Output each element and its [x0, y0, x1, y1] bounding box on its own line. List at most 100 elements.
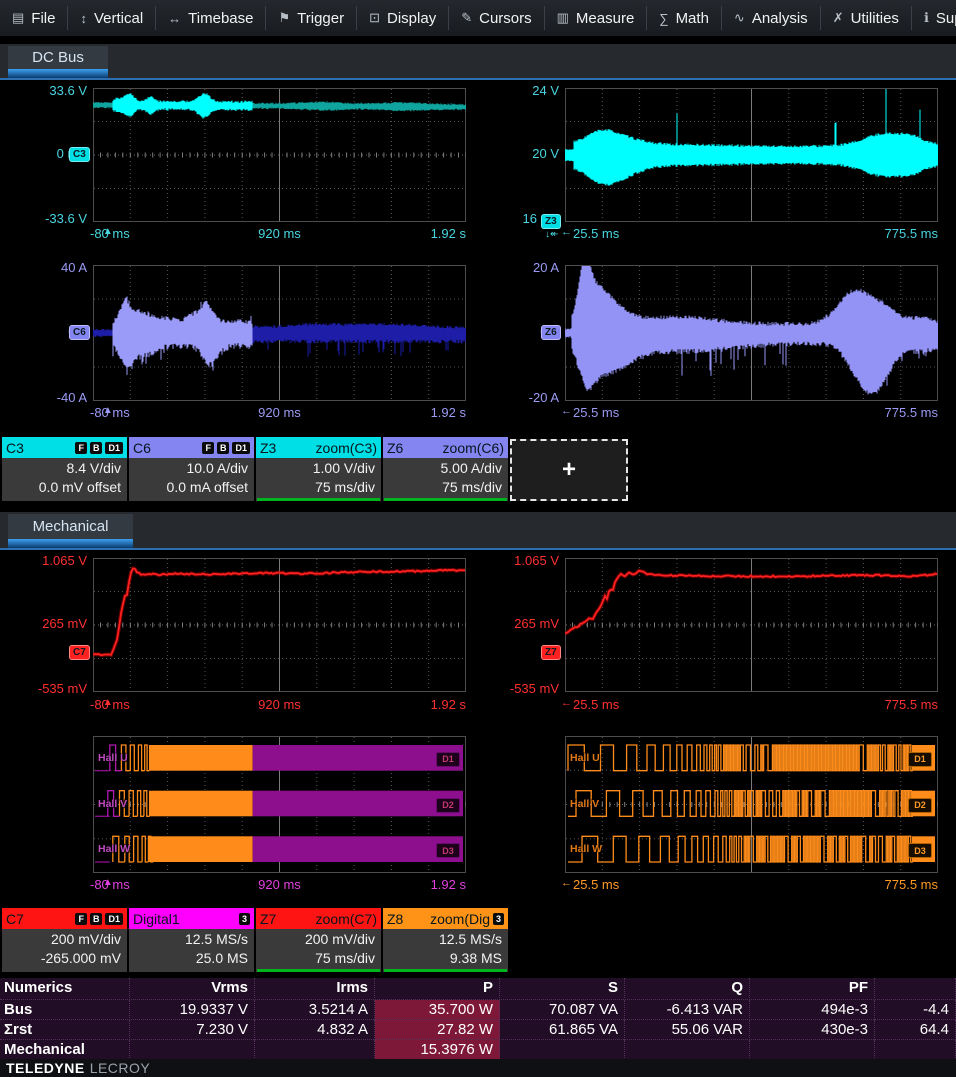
descriptor-flag-badge: B	[90, 442, 103, 454]
table-cell: PF	[750, 978, 875, 998]
numerics-row-bus: Bus19.9337 V3.5214 A35.700 W70.087 VA-6.…	[0, 999, 956, 1020]
table-cell: P	[375, 978, 500, 998]
table-cell: 70.087 VA	[500, 1000, 625, 1020]
menu-item-file[interactable]: ▤ File	[0, 0, 67, 36]
descriptor-line1: 200 mV/div	[2, 930, 121, 949]
waveform-path	[568, 836, 913, 862]
descriptor-z7[interactable]: Z7zoom(C7)200 mV/div75 ms/div	[256, 908, 381, 972]
analysis-icon: ∿	[734, 10, 745, 26]
descriptor-c3[interactable]: C3FBD18.4 V/div0.0 mV offset	[2, 437, 127, 501]
descriptor-title: C7	[6, 911, 24, 927]
digital-channel-label-hall-v: Hall V	[570, 798, 599, 810]
tab-mechanical[interactable]: Mechanical	[8, 514, 133, 548]
descriptor-z3[interactable]: Z3zoom(C3)1.00 V/div75 ms/div	[256, 437, 381, 501]
descriptor-flag-badge: 3	[493, 913, 504, 925]
menu-item-display[interactable]: ⊡Display	[357, 0, 448, 36]
descriptor-digital1[interactable]: Digital1312.5 MS/s25.0 MS	[129, 908, 254, 972]
table-cell	[130, 1040, 255, 1060]
zoom-start-marker-z6: ←	[561, 406, 572, 416]
grid-dig[interactable]	[93, 736, 466, 873]
menu-item-label: Math	[676, 10, 709, 27]
descriptor-c7[interactable]: C7FBD1200 mV/div-265.000 mV	[2, 908, 127, 972]
numerics-row-mechanical: Mechanical15.3976 W	[0, 1039, 956, 1060]
descriptor-active-underline	[384, 969, 507, 972]
table-cell: 64.4	[875, 1020, 956, 1040]
menu-item-label: Timebase	[188, 10, 253, 27]
grid-z8[interactable]	[565, 736, 938, 873]
menu-item-analysis[interactable]: ∿Analysis	[722, 0, 820, 36]
tab-label: Mechanical	[33, 518, 109, 535]
table-cell: Mechanical	[0, 1040, 130, 1060]
table-cell: Irms	[255, 978, 375, 998]
channel-badge-z7[interactable]: Z7	[541, 645, 561, 660]
menu-item-cursors[interactable]: ✎Cursors	[449, 0, 543, 36]
descriptor-active-underline	[384, 498, 507, 501]
table-cell: 27.82 W	[375, 1020, 500, 1040]
descriptor-header: Z6zoom(C6)	[383, 437, 508, 458]
table-cell: Numerics	[0, 978, 130, 998]
menu-item-math[interactable]: ∑Math	[647, 0, 721, 36]
plus-icon: +	[562, 456, 576, 484]
descriptor-line1: 10.0 A/div	[129, 459, 248, 478]
descriptor-line2: 25.0 MS	[129, 949, 248, 968]
utilities-icon: ✗	[833, 10, 844, 26]
waveform-path	[568, 791, 913, 817]
table-cell	[625, 1040, 750, 1060]
menu-item-utilities[interactable]: ✗ Utilities	[821, 0, 911, 36]
add-trace-button[interactable]: +	[510, 439, 628, 501]
table-cell: 55.06 VAR	[625, 1020, 750, 1040]
y-axis-label-z3: 20 V	[30, 146, 559, 161]
descriptor-line2: 75 ms/div	[256, 949, 375, 968]
menu-item-support[interactable]: ℹSupport	[912, 0, 956, 36]
descriptor-line2: 9.38 MS	[383, 949, 502, 968]
descriptor-title: Z7	[260, 911, 276, 927]
descriptor-header: C3FBD1	[2, 437, 127, 458]
menu-item-label: File	[31, 10, 55, 27]
table-cell: S	[500, 978, 625, 998]
trigger-marker-c6: ▲	[103, 406, 113, 416]
digital-channel-label-hall-u: Hall U	[98, 752, 128, 764]
descriptor-header: C7FBD1	[2, 908, 127, 929]
y-axis-label-z7: 265 mV	[30, 616, 559, 631]
zoom-start-marker-z8: ←	[561, 878, 572, 888]
grid-z7[interactable]	[565, 558, 938, 692]
grid-rect	[149, 836, 253, 862]
channel-badge-z6[interactable]: Z6	[541, 325, 561, 340]
menu-item-timebase[interactable]: ↔Timebase	[156, 0, 265, 36]
y-axis-label-z7: -535 mV	[30, 681, 559, 696]
descriptor-z8[interactable]: Z8zoom(Dig312.5 MS/s9.38 MS	[383, 908, 508, 972]
menu-item-label: Utilities	[851, 10, 899, 27]
descriptor-subtitle: zoom(C3)	[276, 440, 377, 456]
descriptor-title: C3	[6, 440, 24, 456]
digital-line-badge-d2: D2	[908, 798, 932, 813]
menu-item-label: Measure	[576, 10, 634, 27]
channel-badge-c7[interactable]: C7	[69, 645, 90, 660]
cursors-icon: ✎	[461, 10, 472, 26]
table-cell: 7.230 V	[130, 1020, 255, 1040]
x-axis-label: 775.5 ms	[565, 697, 938, 712]
descriptor-header: Z8zoom(Dig3	[383, 908, 508, 929]
tab-dc-bus[interactable]: DC Bus	[8, 46, 108, 78]
descriptor-flag-badge: 3	[239, 913, 250, 925]
menu-item-measure[interactable]: ▥Measure	[545, 0, 647, 36]
descriptor-values: 200 mV/div-265.000 mV	[2, 929, 127, 968]
menu-item-vertical[interactable]: ↕Vertical	[68, 0, 155, 36]
menubar: ▤File↕Vertical↔Timebase⚑Trigger⊡Display✎…	[0, 0, 956, 36]
table-cell: Q	[625, 978, 750, 998]
table-cell: Vrms	[130, 978, 255, 998]
grid-z6[interactable]	[565, 265, 938, 401]
zoom-start-marker-z3: ←	[561, 227, 572, 237]
descriptor-flag-badge: D1	[105, 913, 123, 925]
descriptor-title: Z3	[260, 440, 276, 456]
numerics-header-row: NumericsVrmsIrmsPSQPF	[0, 978, 956, 998]
descriptor-flag-badge: F	[75, 442, 87, 454]
table-cell: 3.5214 A	[255, 1000, 375, 1020]
descriptor-z6[interactable]: Z6zoom(C6)5.00 A/div75 ms/div	[383, 437, 508, 501]
channel-badge-z3[interactable]: Z3	[541, 214, 561, 229]
descriptor-c6[interactable]: C6FBD110.0 A/div0.0 mA offset	[129, 437, 254, 501]
menu-item-trigger[interactable]: ⚑Trigger	[266, 0, 356, 36]
y-axis-label-z6: 20 A	[30, 260, 559, 275]
descriptor-line2: 0.0 mV offset	[2, 478, 121, 497]
grid-z3[interactable]	[565, 88, 938, 222]
file-icon: ▤	[12, 10, 24, 26]
